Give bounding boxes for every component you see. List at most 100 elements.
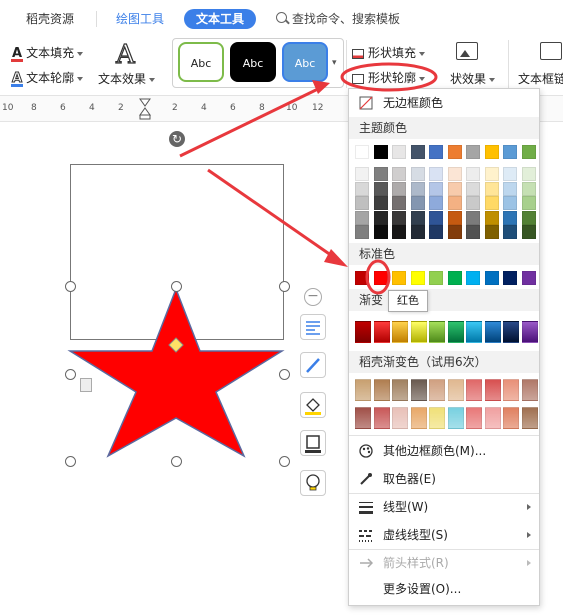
rotate-handle-icon[interactable]: ↻ xyxy=(169,131,185,147)
gradient-swatch[interactable] xyxy=(392,321,408,343)
daoke-gradient-swatch[interactable] xyxy=(503,407,519,429)
text-outline-button[interactable]: A 文本轮廓 xyxy=(10,69,84,87)
theme-shade-swatch[interactable] xyxy=(392,167,406,181)
theme-shade-swatch[interactable] xyxy=(355,196,369,210)
standard-color-swatch[interactable] xyxy=(355,271,369,285)
gradient-swatch[interactable] xyxy=(503,321,519,343)
daoke-gradient-swatch[interactable] xyxy=(392,379,408,401)
tab-text-tools[interactable]: 文本工具 xyxy=(184,9,257,29)
standard-color-swatch[interactable] xyxy=(503,271,517,285)
gradient-swatch[interactable] xyxy=(429,321,445,343)
theme-color-swatch[interactable] xyxy=(521,145,536,159)
text-style-preset-1[interactable]: Abc xyxy=(178,42,224,82)
daoke-gradient-swatch[interactable] xyxy=(373,407,390,429)
theme-shade-swatch[interactable] xyxy=(373,196,388,210)
theme-shade-swatch[interactable] xyxy=(447,210,462,225)
theme-shade-swatch[interactable] xyxy=(503,181,517,196)
standard-color-swatch[interactable] xyxy=(373,271,388,285)
daoke-gradient-swatch[interactable] xyxy=(466,407,482,429)
theme-color-swatch[interactable] xyxy=(355,145,369,159)
daoke-gradient-swatch[interactable] xyxy=(410,407,427,429)
daoke-gradient-swatch[interactable] xyxy=(447,407,464,429)
theme-color-swatch[interactable] xyxy=(392,145,406,159)
indent-marker-icon[interactable] xyxy=(139,98,151,120)
theme-shade-swatch[interactable] xyxy=(410,167,425,181)
shape-effect-button[interactable]: 状效果 xyxy=(450,70,496,87)
text-fill-button[interactable]: A 文本填充 xyxy=(10,44,84,62)
theme-shade-swatch[interactable] xyxy=(521,210,536,225)
collapse-icon[interactable]: − xyxy=(304,288,322,306)
daoke-gradient-swatch[interactable] xyxy=(355,407,371,429)
theme-shade-swatch[interactable] xyxy=(503,196,517,210)
theme-color-swatch[interactable] xyxy=(373,145,388,159)
daoke-gradient-swatch[interactable] xyxy=(503,379,519,401)
theme-shade-swatch[interactable] xyxy=(410,181,425,196)
theme-shade-swatch[interactable] xyxy=(429,225,443,239)
edit-shape-button[interactable] xyxy=(300,352,326,378)
theme-shade-swatch[interactable] xyxy=(466,167,480,181)
theme-shade-swatch[interactable] xyxy=(521,167,536,181)
standard-color-swatch[interactable] xyxy=(392,271,406,285)
theme-shade-swatch[interactable] xyxy=(503,225,517,239)
standard-color-swatch[interactable] xyxy=(521,271,536,285)
gradient-swatch[interactable] xyxy=(484,321,501,343)
theme-shade-swatch[interactable] xyxy=(392,181,406,196)
menu-item-other-border-colors[interactable]: 其他边框颜色(M)... xyxy=(349,439,539,463)
theme-shade-swatch[interactable] xyxy=(392,196,406,210)
theme-color-swatch[interactable] xyxy=(410,145,425,159)
search-icon[interactable] xyxy=(276,12,287,23)
theme-color-swatch[interactable] xyxy=(484,145,499,159)
resize-handle-bl[interactable] xyxy=(65,456,76,467)
daoke-gradient-swatch[interactable] xyxy=(429,407,445,429)
theme-shade-swatch[interactable] xyxy=(373,210,388,225)
theme-shade-swatch[interactable] xyxy=(373,167,388,181)
resize-handle-b[interactable] xyxy=(171,456,182,467)
theme-shade-swatch[interactable] xyxy=(373,181,388,196)
theme-shade-swatch[interactable] xyxy=(447,167,462,181)
theme-color-swatch[interactable] xyxy=(466,145,480,159)
text-effect-button[interactable]: 文本效果 xyxy=(98,70,156,87)
resize-handle-r[interactable] xyxy=(279,369,290,380)
menu-item-eyedropper[interactable]: 取色器(E) xyxy=(349,467,539,491)
theme-shade-swatch[interactable] xyxy=(484,167,499,181)
theme-color-swatch[interactable] xyxy=(447,145,462,159)
theme-shade-swatch[interactable] xyxy=(466,210,480,225)
menu-item-no-border[interactable]: 无边框颜色 xyxy=(349,91,539,115)
resize-handle-t[interactable] xyxy=(171,281,182,292)
gradient-swatch[interactable] xyxy=(355,321,371,343)
theme-shade-swatch[interactable] xyxy=(484,181,499,196)
shape-fill-button[interactable]: 形状填充 xyxy=(352,44,426,61)
gradient-swatch[interactable] xyxy=(447,321,464,343)
text-style-preset-2[interactable]: Abc xyxy=(230,42,276,82)
resize-handle-br[interactable] xyxy=(279,456,290,467)
standard-color-swatch[interactable] xyxy=(447,271,462,285)
menu-item-line-type[interactable]: 线型(W) xyxy=(349,495,539,519)
daoke-gradient-swatch[interactable] xyxy=(484,379,501,401)
theme-shade-swatch[interactable] xyxy=(429,181,443,196)
smart-tip-button[interactable] xyxy=(300,470,326,496)
theme-shade-swatch[interactable] xyxy=(355,210,369,225)
standard-color-swatch[interactable] xyxy=(410,271,425,285)
theme-shade-swatch[interactable] xyxy=(410,225,425,239)
gradient-swatch[interactable] xyxy=(410,321,427,343)
theme-shade-swatch[interactable] xyxy=(447,225,462,239)
gradient-swatch[interactable] xyxy=(466,321,482,343)
theme-color-swatch[interactable] xyxy=(429,145,443,159)
theme-shade-swatch[interactable] xyxy=(503,210,517,225)
daoke-gradient-swatch[interactable] xyxy=(521,379,538,401)
theme-shade-swatch[interactable] xyxy=(410,196,425,210)
tab-daoke-resources[interactable]: 稻壳资源 xyxy=(26,9,74,29)
theme-shade-swatch[interactable] xyxy=(521,225,536,239)
layout-options-icon[interactable] xyxy=(80,378,92,392)
theme-shade-swatch[interactable] xyxy=(521,181,536,196)
shape-effect-icon[interactable] xyxy=(456,42,478,60)
gallery-more-icon[interactable]: ▾ xyxy=(332,58,340,68)
theme-shade-swatch[interactable] xyxy=(484,210,499,225)
standard-color-swatch[interactable] xyxy=(429,271,443,285)
menu-item-dash-type[interactable]: 虚线线型(S) xyxy=(349,523,539,547)
text-box-link-icon[interactable] xyxy=(540,42,562,60)
resize-handle-l[interactable] xyxy=(65,369,76,380)
daoke-gradient-swatch[interactable] xyxy=(521,407,538,429)
theme-shade-swatch[interactable] xyxy=(429,210,443,225)
theme-shade-swatch[interactable] xyxy=(392,225,406,239)
